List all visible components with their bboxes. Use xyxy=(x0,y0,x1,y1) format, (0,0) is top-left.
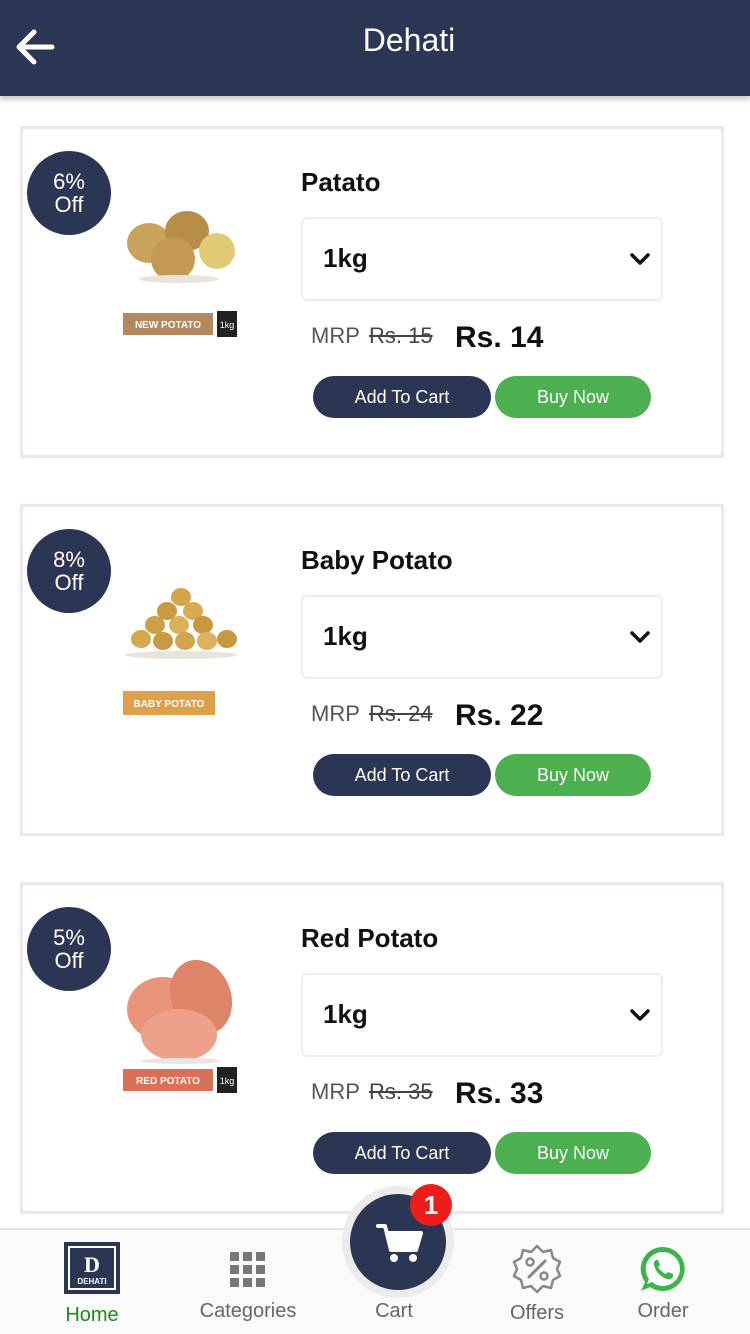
product-name: Red Potato xyxy=(301,923,439,953)
nav-offers[interactable]: Offers xyxy=(492,1230,582,1334)
discount-percent: 5% xyxy=(53,925,85,950)
mrp-original-price: Rs. 15 xyxy=(369,323,433,348)
discount-percent: 6% xyxy=(53,169,85,194)
weight-select[interactable]: 1kg xyxy=(301,973,663,1057)
discount-badge: 6% Off xyxy=(27,151,111,235)
chevron-down-icon xyxy=(630,631,650,643)
nav-offers-label: Offers xyxy=(509,1302,565,1324)
dehati-logo-icon: D DEHATI xyxy=(64,1242,120,1294)
product-tag-label: BABY POTATO xyxy=(134,699,205,710)
product-tag-unit: 1kg xyxy=(220,320,235,330)
product-name: Baby Potato xyxy=(301,545,453,575)
nav-categories[interactable]: Categories xyxy=(192,1230,304,1334)
baby-potato-image[interactable]: BABY POTATO xyxy=(119,579,245,717)
add-to-cart-button[interactable]: Add To Cart xyxy=(313,754,491,796)
weight-select[interactable]: 1kg xyxy=(301,595,663,679)
product-tag-label: RED POTATO xyxy=(136,1076,200,1087)
product-name: Patato xyxy=(301,167,381,197)
add-to-cart-button[interactable]: Add To Cart xyxy=(313,376,491,418)
discount-badge: 5% Off xyxy=(27,907,111,991)
grid-icon xyxy=(230,1252,265,1287)
back-arrow-icon[interactable] xyxy=(12,24,58,70)
mrp-original-price: Rs. 35 xyxy=(369,1079,433,1104)
product-tag-label: NEW POTATO xyxy=(135,320,201,331)
product-card: 8% Off BABY POTATO Baby Potato 1kg MRP R… xyxy=(20,504,724,836)
mrp-label: MRP xyxy=(311,323,360,348)
discount-badge: 8% Off xyxy=(27,529,111,613)
product-tag-unit: 1kg xyxy=(220,1076,235,1086)
nav-order[interactable]: Order xyxy=(626,1230,700,1334)
whatsapp-icon xyxy=(640,1246,685,1291)
chevron-down-icon xyxy=(630,1009,650,1021)
discount-off-label: Off xyxy=(54,192,84,217)
selling-price: Rs. 22 xyxy=(455,699,544,732)
weight-select-value: 1kg xyxy=(323,621,368,651)
new-potato-image[interactable]: NEW POTATO 1kg xyxy=(119,201,245,339)
product-card: 6% Off NEW POTATO 1kg Patato 1kg MRP Rs.… xyxy=(20,126,724,458)
page-title: Dehati xyxy=(362,22,456,58)
nav-cart-label: Cart xyxy=(375,1300,413,1322)
red-potato-image[interactable]: RED POTATO 1kg xyxy=(119,957,245,1095)
discount-off-label: Off xyxy=(54,570,84,595)
weight-select-value: 1kg xyxy=(323,999,368,1029)
selling-price: Rs. 33 xyxy=(455,1077,544,1110)
nav-home-label: Home xyxy=(65,1304,119,1326)
weight-select[interactable]: 1kg xyxy=(301,217,663,301)
nav-order-label: Order xyxy=(637,1300,689,1322)
mrp-label: MRP xyxy=(311,1079,360,1104)
offers-percent-icon xyxy=(512,1244,562,1294)
buy-now-button[interactable]: Buy Now xyxy=(495,754,651,796)
app-bar: Dehati xyxy=(0,0,750,96)
discount-off-label: Off xyxy=(54,948,84,973)
logo-text: DEHATI xyxy=(77,1277,106,1286)
product-card: 5% Off RED POTATO 1kg Red Potato 1kg MRP… xyxy=(20,882,724,1214)
weight-select-value: 1kg xyxy=(323,243,368,273)
shopping-cart-icon xyxy=(376,1224,423,1262)
logo-letter: D xyxy=(84,1252,100,1277)
cart-count-badge: 1 xyxy=(410,1184,452,1226)
nav-categories-label: Categories xyxy=(199,1300,297,1322)
discount-percent: 8% xyxy=(53,547,85,572)
buy-now-button[interactable]: Buy Now xyxy=(495,1132,651,1174)
mrp-original-price: Rs. 24 xyxy=(369,701,433,726)
selling-price: Rs. 14 xyxy=(455,321,544,354)
chevron-down-icon xyxy=(630,253,650,265)
mrp-label: MRP xyxy=(311,701,360,726)
buy-now-button[interactable]: Buy Now xyxy=(495,376,651,418)
nav-home[interactable]: D DEHATI Home xyxy=(44,1230,140,1334)
add-to-cart-button[interactable]: Add To Cart xyxy=(313,1132,491,1174)
